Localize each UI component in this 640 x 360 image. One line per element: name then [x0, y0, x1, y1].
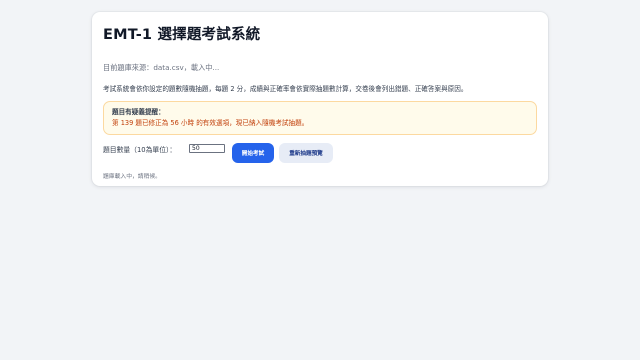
loading-status: 題庫載入中，請稍候。: [103, 174, 161, 180]
reshuffle-preview-button[interactable]: 重新抽題預覽: [279, 143, 333, 163]
exam-card: EMT-1 選擇題考試系統 目前題庫來源：data.csv，載入中... 考試系…: [92, 12, 548, 186]
exam-controls: 題目數量（10為單位）： 開始考試 重新抽題預覽: [103, 143, 537, 163]
question-count-label: 題目數量（10為單位）：: [103, 146, 177, 154]
exam-description: 考試系統會依你設定的題數隨機抽題，每題 2 分，成績與正確率會依實際抽題數計算，…: [103, 85, 468, 93]
alert-title: 題目有疑義提醒：: [112, 108, 165, 116]
data-source-text: 目前題庫來源：data.csv，載入中...: [103, 63, 220, 72]
question-dispute-alert: 題目有疑義提醒： 第 139 題已修正為 56 小時 的有效選項，現已納入隨機考…: [103, 101, 537, 135]
alert-message: 第 139 題已修正為 56 小時 的有效選項，現已納入隨機考試抽題。: [112, 119, 309, 127]
start-exam-button[interactable]: 開始考試: [232, 143, 274, 163]
page-title: EMT-1 選擇題考試系統: [103, 27, 261, 43]
question-count-input[interactable]: [189, 144, 225, 153]
